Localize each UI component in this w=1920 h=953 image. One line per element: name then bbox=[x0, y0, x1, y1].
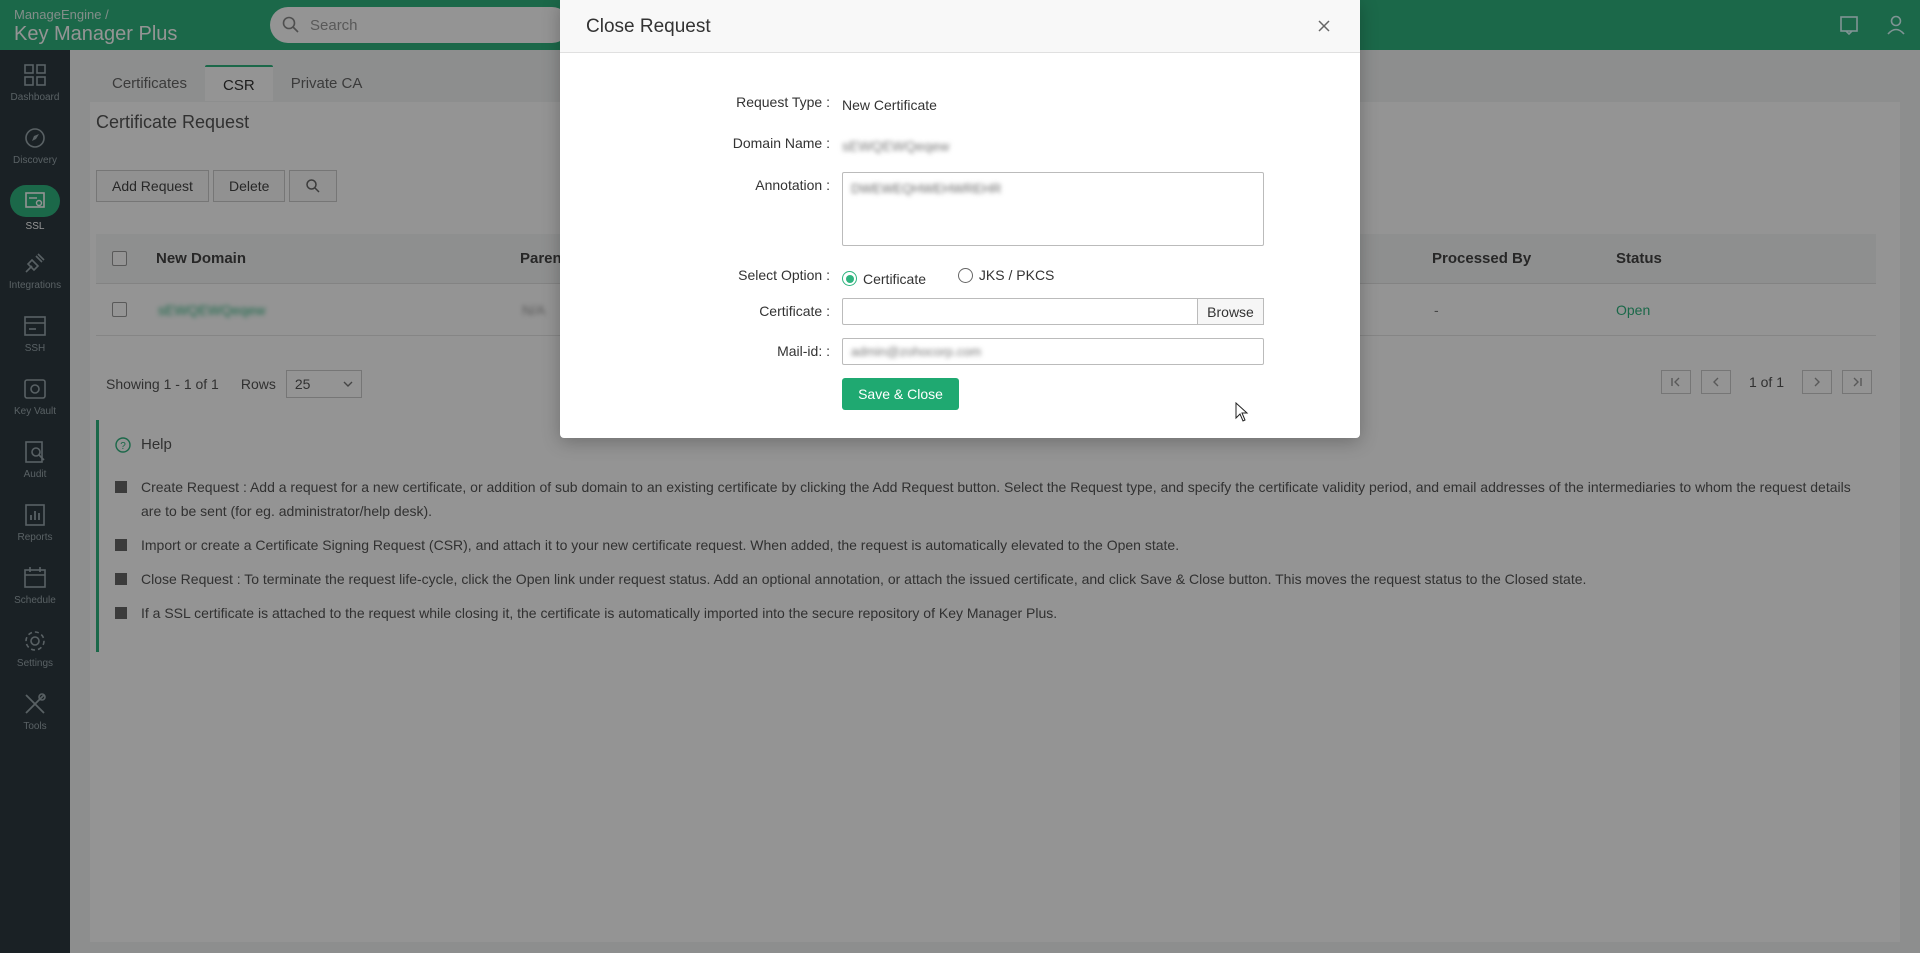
certificate-label: Certificate : bbox=[759, 303, 830, 319]
mail-id-label: Mail-id: : bbox=[777, 343, 830, 359]
radio-certificate[interactable]: Certificate bbox=[842, 271, 926, 287]
annotation-textarea[interactable]: DWEWEQHWEHWREHR bbox=[842, 172, 1264, 246]
request-type-value: New Certificate bbox=[842, 97, 937, 113]
domain-name-value: sEWQEWQeqew bbox=[842, 138, 950, 154]
certificate-file-input[interactable] bbox=[842, 298, 1198, 325]
mouse-cursor-icon bbox=[1235, 402, 1249, 422]
close-request-dialog: Close Request Request Type : New Certifi… bbox=[560, 0, 1360, 438]
request-type-label: Request Type : bbox=[736, 94, 830, 110]
domain-name-label: Domain Name : bbox=[732, 135, 830, 151]
radio-selected-icon bbox=[842, 271, 857, 286]
option-group: Certificate JKS / PKCS bbox=[842, 267, 1082, 287]
select-option-label: Select Option : bbox=[738, 267, 830, 283]
dialog-title: Close Request bbox=[586, 16, 711, 37]
save-close-button[interactable]: Save & Close bbox=[842, 378, 959, 410]
close-icon[interactable] bbox=[1316, 18, 1332, 34]
radio-empty-icon bbox=[957, 267, 973, 283]
radio-jks-pkcs[interactable]: JKS / PKCS bbox=[957, 267, 1054, 283]
dialog-header: Close Request bbox=[560, 0, 1360, 53]
browse-button[interactable]: Browse bbox=[1197, 298, 1264, 325]
mail-id-input[interactable]: admin@zohocorp.com bbox=[842, 338, 1264, 365]
annotation-label: Annotation : bbox=[755, 177, 830, 193]
